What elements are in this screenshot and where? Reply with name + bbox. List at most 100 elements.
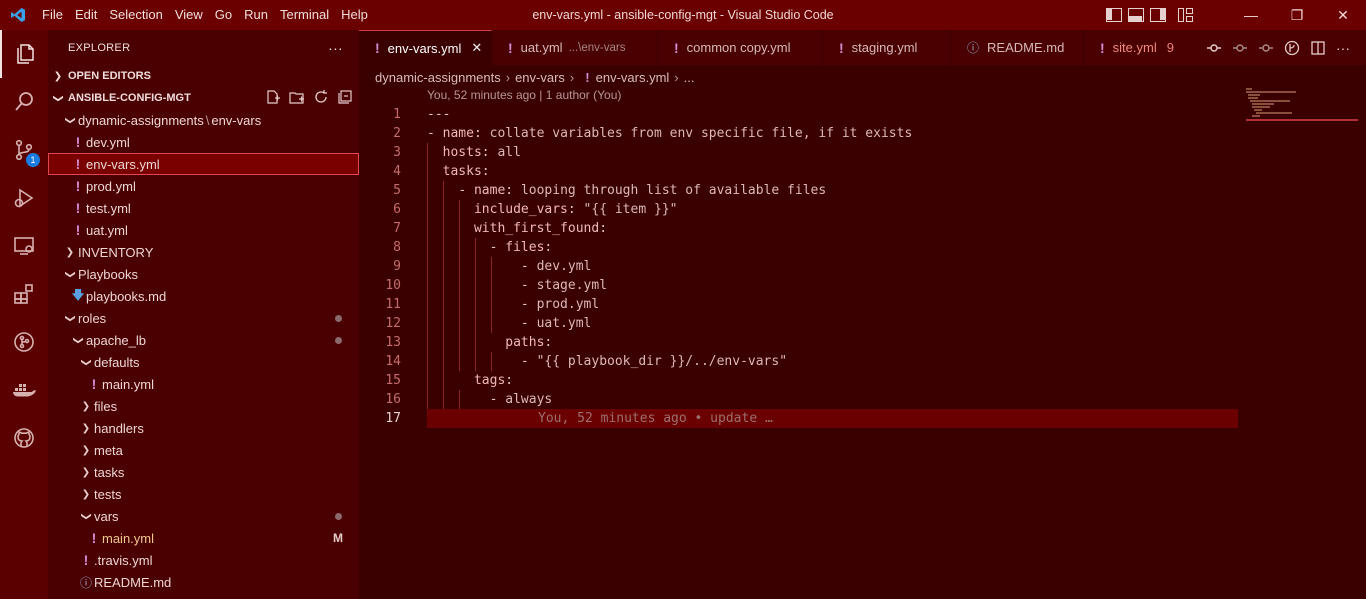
tree-folder-label: Playbooks: [78, 266, 138, 282]
collapse-all-icon[interactable]: [337, 89, 353, 105]
tab-readme-md[interactable]: ⓘ README.md: [951, 30, 1084, 65]
tree-folder-files[interactable]: ❯ files: [48, 395, 359, 417]
yaml-value: prod.yml: [536, 297, 600, 312]
code-line: 15 tags:: [359, 371, 1238, 390]
tree-folder-tasks[interactable]: ❯ tasks: [48, 461, 359, 483]
breadcrumb: dynamic-assignments › env-vars › ! env-v…: [375, 66, 694, 88]
yaml-value: uat.yml: [536, 316, 592, 331]
yaml-key: name: [442, 126, 474, 141]
menu-file[interactable]: File: [36, 0, 69, 30]
yaml-file-icon: !: [839, 39, 844, 56]
menu-edit[interactable]: Edit: [69, 0, 103, 30]
tab-staging-yml[interactable]: ! staging.yml: [823, 30, 951, 65]
code-line: 9 - dev.yml: [359, 257, 1238, 276]
menu-go[interactable]: Go: [209, 0, 238, 30]
tree-folder-label: defaults: [94, 354, 140, 370]
tree-file-readme-md[interactable]: ⓘ README.md: [48, 571, 359, 593]
tree-file-dev-yml[interactable]: ! dev.yml: [48, 131, 359, 153]
tree-folder-tests[interactable]: ❯ tests: [48, 483, 359, 505]
github-icon[interactable]: [0, 414, 48, 462]
tree-file-env-vars-yml[interactable]: ! env-vars.yml: [48, 153, 359, 175]
tree-folder-handlers[interactable]: ❯ handlers: [48, 417, 359, 439]
chevron-right-icon: ❯: [81, 488, 91, 500]
yaml-value: looping through list of available files: [520, 183, 827, 198]
minimap-line: [1250, 100, 1290, 102]
line-number: 4: [393, 164, 401, 179]
run-debug-icon[interactable]: [0, 174, 48, 222]
customize-layout-icon[interactable]: [1178, 8, 1194, 22]
menu-run[interactable]: Run: [238, 0, 274, 30]
tree-folder-roles[interactable]: ❯ roles: [48, 307, 359, 329]
tab-uat-yml[interactable]: ! uat.yml ...\env-vars: [492, 30, 658, 65]
code-line: 14 - "{{ playbook_dir }}/../env-vars": [359, 352, 1238, 371]
modified-dot-icon: [335, 513, 342, 520]
tree-file-label: env-vars.yml: [86, 156, 160, 172]
toggle-panel-icon[interactable]: [1128, 8, 1144, 22]
tab-label: staging.yml: [851, 40, 918, 55]
git-graph-icon[interactable]: [0, 318, 48, 366]
code-editor[interactable]: 1 --- 2- name: collate variables from env…: [359, 105, 1238, 599]
restore-icon[interactable]: ❐: [1274, 0, 1320, 30]
editor-actions: ···: [1196, 30, 1366, 65]
breadcrumb-item[interactable]: env-vars: [515, 70, 565, 85]
yaml-value: always: [505, 392, 553, 407]
minimap[interactable]: [1238, 65, 1366, 599]
more-actions-icon[interactable]: ···: [1336, 40, 1350, 56]
tree-file-travis-yml[interactable]: ! .travis.yml: [48, 549, 359, 571]
explorer-icon[interactable]: [0, 30, 48, 78]
blame-codelens[interactable]: You, 52 minutes ago | 1 author (You): [427, 88, 621, 102]
menu-terminal[interactable]: Terminal: [274, 0, 335, 30]
extensions-icon[interactable]: [0, 270, 48, 318]
toggle-secondary-sidebar-icon[interactable]: [1150, 8, 1166, 22]
close-window-icon[interactable]: ✕: [1320, 0, 1366, 30]
tree-file-defaults-main-yml[interactable]: ! main.yml: [48, 373, 359, 395]
remote-explorer-icon[interactable]: [0, 222, 48, 270]
code-line: 12 - uat.yml: [359, 314, 1238, 333]
open-changes-icon[interactable]: [1206, 40, 1222, 56]
tree-file-prod-yml[interactable]: ! prod.yml: [48, 175, 359, 197]
tree-folder-playbooks[interactable]: ❯ Playbooks: [48, 263, 359, 285]
tree-folder-apache-lb[interactable]: ❯ apache_lb: [48, 329, 359, 351]
tree-file-test-yml[interactable]: ! test.yml: [48, 197, 359, 219]
git-lens-icon[interactable]: [1284, 40, 1300, 56]
yaml-key: tasks: [442, 164, 482, 179]
close-tab-icon[interactable]: ✕: [471, 40, 482, 56]
docker-icon[interactable]: [0, 366, 48, 414]
menu-selection[interactable]: Selection: [103, 0, 168, 30]
tree-file-vars-main-yml[interactable]: ! main.yml M: [48, 527, 359, 549]
source-control-icon[interactable]: 1: [0, 126, 48, 174]
code-line-current: 17 You, 52 minutes ago • update …: [359, 409, 1238, 428]
menu-help[interactable]: Help: [335, 0, 374, 30]
tab-env-vars-yml[interactable]: ! env-vars.yml ✕: [359, 30, 492, 65]
workspace-section[interactable]: ❯ ANSIBLE-CONFIG-MGT: [48, 87, 359, 109]
open-editors-section[interactable]: ❯ OPEN EDITORS: [48, 65, 359, 87]
tab-common-copy-yml[interactable]: ! common copy.yml: [658, 30, 823, 65]
yaml-file-icon: !: [75, 200, 81, 216]
tree-file-uat-yml[interactable]: ! uat.yml: [48, 219, 359, 241]
chevron-down-icon: ❯: [52, 93, 64, 103]
tree-folder-defaults[interactable]: ❯ defaults: [48, 351, 359, 373]
toggle-primary-sidebar-icon[interactable]: [1106, 8, 1122, 22]
menu-view[interactable]: View: [169, 0, 209, 30]
search-icon[interactable]: [0, 78, 48, 126]
tree-folder-dynamic-assignments[interactable]: ❯ dynamic-assignments \ env-vars: [48, 109, 359, 131]
breadcrumb-item[interactable]: dynamic-assignments: [375, 70, 501, 85]
code-line: 11 - prod.yml: [359, 295, 1238, 314]
line-number: 3: [393, 145, 401, 160]
tree-file-playbooks-md[interactable]: 🡇 playbooks.md: [48, 285, 359, 307]
new-folder-icon[interactable]: [289, 89, 305, 105]
tree-folder-inventory[interactable]: ❯ INVENTORY: [48, 241, 359, 263]
refresh-icon[interactable]: [313, 89, 329, 105]
breadcrumb-item[interactable]: ...: [684, 70, 695, 85]
explorer-more-actions-icon[interactable]: ···: [328, 40, 343, 56]
tree-folder-meta[interactable]: ❯ meta: [48, 439, 359, 461]
tree-folder-vars[interactable]: ❯ vars: [48, 505, 359, 527]
next-change-icon[interactable]: [1258, 40, 1274, 56]
tab-site-yml[interactable]: ! site.yml 9: [1084, 30, 1198, 65]
chevron-down-icon: ❯: [72, 335, 84, 345]
new-file-icon[interactable]: [265, 89, 281, 105]
split-editor-icon[interactable]: [1310, 40, 1326, 56]
previous-change-icon[interactable]: [1232, 40, 1248, 56]
minimize-icon[interactable]: —: [1228, 0, 1274, 30]
breadcrumb-item[interactable]: env-vars.yml: [596, 70, 670, 85]
